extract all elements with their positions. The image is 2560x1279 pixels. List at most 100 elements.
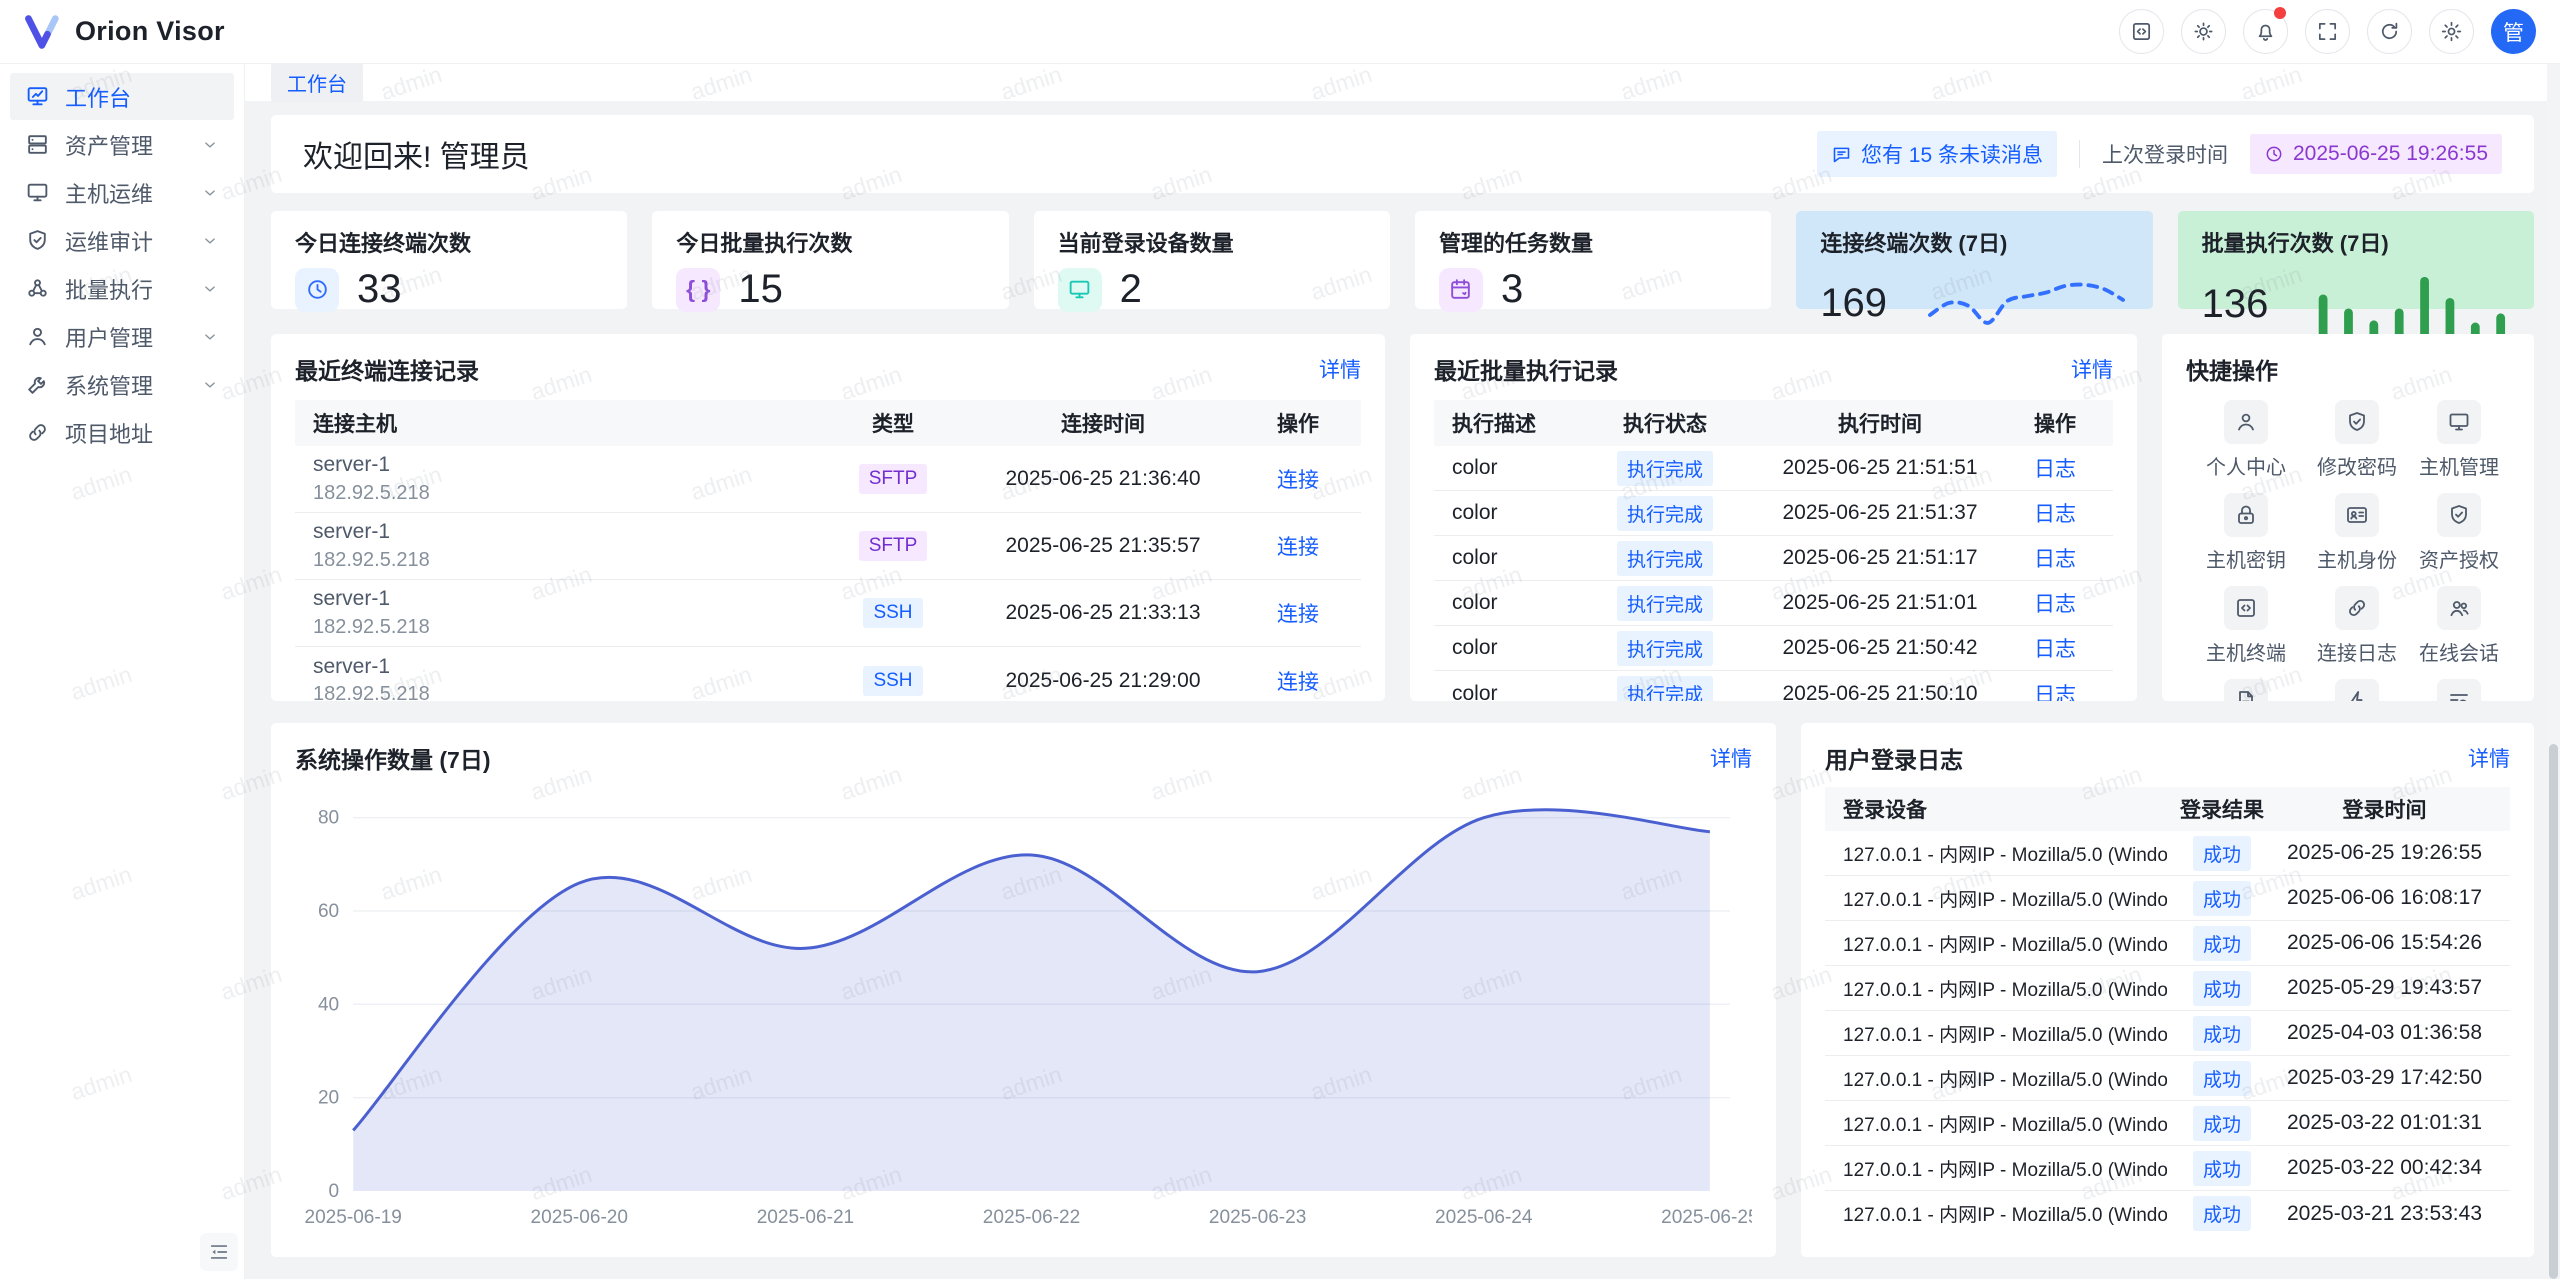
sidebar-item-users[interactable]: 用户管理: [10, 313, 234, 360]
connect-link[interactable]: 连接: [1277, 603, 1319, 626]
monitor-icon: [25, 180, 50, 205]
login-device: 127.0.0.1 - 内网IP - Mozilla/5.0 (Windows …: [1843, 930, 2167, 957]
log-link[interactable]: 日志: [2034, 503, 2076, 526]
connect-link[interactable]: 连接: [1277, 536, 1319, 559]
quick-action-连接日志[interactable]: 连接日志: [2306, 586, 2408, 666]
sidebar-item-batch[interactable]: 批量执行: [10, 265, 234, 312]
quick-action-修改密码[interactable]: 修改密码: [2306, 400, 2408, 480]
panel-title: 系统操作数量 (7日): [295, 741, 491, 775]
login-log-row: 127.0.0.1 - 内网IP - Mozilla/5.0 (Windows …: [1825, 1191, 2510, 1236]
header-fullscreen-button[interactable]: [2305, 9, 2350, 54]
person-icon: [25, 324, 50, 349]
login-time: 2025-03-21 23:53:43: [2277, 1202, 2492, 1226]
stat-title: 今日批量执行次数: [676, 226, 984, 258]
log-link[interactable]: 日志: [2034, 548, 2076, 571]
shield-check-icon: [25, 228, 50, 253]
exec-status-badge: 执行完成: [1617, 541, 1713, 576]
header-theme-button[interactable]: [2181, 9, 2226, 54]
calendar-icon: [1448, 277, 1473, 302]
gear-icon: [2440, 20, 2463, 43]
quick-action-文件操作日志[interactable]: 文件操作日志: [2186, 679, 2306, 701]
terminal-detail-link[interactable]: 详情: [1319, 354, 1361, 384]
batch-detail-link[interactable]: 详情: [2071, 354, 2113, 384]
monitor-icon: [2447, 410, 2471, 434]
header-settings-button[interactable]: [2429, 9, 2474, 54]
unread-messages-badge[interactable]: 您有 15 条未读消息: [1817, 131, 2057, 177]
welcome-banner: 欢迎回来! 管理员 您有 15 条未读消息 上次登录时间 2025-06-25 …: [271, 115, 2534, 193]
sidebar-collapse-button[interactable]: [200, 1233, 238, 1271]
connect-link[interactable]: 连接: [1277, 469, 1319, 492]
page-scrollbar[interactable]: [2547, 64, 2560, 1279]
chevron-down-icon: [201, 136, 219, 154]
login-time: 2025-04-03 01:36:58: [2277, 1021, 2492, 1045]
svg-text:2025-06-25: 2025-06-25: [1661, 1207, 1752, 1228]
svg-text:2025-06-19: 2025-06-19: [304, 1207, 401, 1228]
stat-title: 批量执行次数 (7日): [2202, 226, 2510, 258]
log-link[interactable]: 日志: [2034, 593, 2076, 616]
connect-link[interactable]: 连接: [1277, 671, 1319, 694]
exec-description: color: [1452, 456, 1585, 480]
login-detail-link[interactable]: 详情: [2468, 743, 2510, 773]
exec-description: color: [1452, 591, 1585, 615]
nodes-icon: [25, 276, 50, 301]
notification-dot: [2274, 7, 2286, 19]
quick-action-主机密钥[interactable]: 主机密钥: [2186, 493, 2306, 573]
svg-text:2025-06-22: 2025-06-22: [983, 1207, 1080, 1228]
sidebar-item-host-ops[interactable]: 主机运维: [10, 169, 234, 216]
chevron-down-icon: [201, 280, 219, 298]
log-link[interactable]: 日志: [2034, 638, 2076, 661]
quick-action-主机终端[interactable]: 主机终端: [2186, 586, 2306, 666]
scrollbar-thumb[interactable]: [2549, 744, 2558, 1279]
sidebar-item-system[interactable]: 系统管理: [10, 361, 234, 408]
login-time: 2025-03-22 01:01:31: [2277, 1111, 2492, 1135]
last-login-time-badge: 2025-06-25 19:26:55: [2250, 134, 2502, 174]
quick-action-主机身份[interactable]: 主机身份: [2306, 493, 2408, 573]
file-text-icon: [2234, 689, 2258, 701]
stat-value: 136: [2202, 282, 2269, 327]
quick-action-命令执行[interactable]: 命令执行: [2306, 679, 2408, 701]
chart-detail-link[interactable]: 详情: [1710, 743, 1752, 773]
sidebar-item-audit[interactable]: 运维审计: [10, 217, 234, 264]
header-code-button[interactable]: [2119, 9, 2164, 54]
quick-action-个人中心[interactable]: 个人中心: [2186, 400, 2306, 480]
exec-time: 2025-06-25 21:50:10: [1745, 682, 2015, 702]
search-list-icon: [2447, 689, 2471, 701]
quick-action-label: 资产授权: [2419, 544, 2499, 573]
quick-action-资产授权[interactable]: 资产授权: [2408, 493, 2510, 573]
table-header: 连接主机 类型 连接时间 操作: [295, 400, 1361, 446]
sidebar-item-assets[interactable]: 资产管理: [10, 121, 234, 168]
stat-value: 2: [1120, 267, 1142, 312]
header-refresh-button[interactable]: [2367, 9, 2412, 54]
quick-action-label: 主机密钥: [2206, 544, 2286, 573]
login-result-badge: 成功: [2193, 1016, 2251, 1051]
sidebar-item-workbench[interactable]: 工作台: [10, 73, 234, 120]
quick-action-主机管理[interactable]: 主机管理: [2408, 400, 2510, 480]
quick-action-在线会话[interactable]: 在线会话: [2408, 586, 2510, 666]
breadcrumb-tab-workbench[interactable]: 工作台: [271, 63, 363, 102]
header-notifications-button[interactable]: [2243, 9, 2288, 54]
person-icon: [2234, 410, 2258, 434]
login-time: 2025-06-06 15:54:26: [2277, 931, 2492, 955]
chevron-down-icon: [201, 184, 219, 202]
sidebar-item-project[interactable]: 项目地址: [10, 409, 234, 456]
app-title: Orion Visor: [75, 16, 225, 47]
terminal-record-row: server-1182.92.5.218SFTP2025-06-25 21:35…: [295, 513, 1361, 580]
log-link[interactable]: 日志: [2034, 684, 2076, 702]
stat-card-today-batch: 今日批量执行次数{ }15: [652, 211, 1008, 309]
chevron-down-icon: [201, 376, 219, 394]
user-avatar[interactable]: 管: [2491, 9, 2536, 54]
login-device: 127.0.0.1 - 内网IP - Mozilla/5.0 (Windows …: [1843, 1065, 2167, 1092]
log-link[interactable]: 日志: [2034, 458, 2076, 481]
login-time: 2025-03-22 00:42:34: [2277, 1156, 2492, 1180]
login-device: 127.0.0.1 - 内网IP - Mozilla/5.0 (Windows …: [1843, 1200, 2167, 1227]
login-log-panel: 用户登录日志 详情 登录设备 登录结果 登录时间 127.0.0.1 - 内网I…: [1801, 723, 2534, 1257]
quick-action-执行日志[interactable]: 执行日志: [2408, 679, 2510, 701]
sidebar: 工作台资产管理主机运维运维审计批量执行用户管理系统管理项目地址: [0, 64, 245, 1279]
host-ip: 182.92.5.218: [313, 480, 833, 507]
connection-type-badge: SSH: [863, 598, 922, 628]
dashboard-icon: [25, 84, 50, 109]
app-window: Orion Visor 管 工作台资产管理主机运维运维审计批量执行用户管理系统管…: [0, 0, 2560, 1279]
quick-action-label: 连接日志: [2317, 637, 2397, 666]
exec-description: color: [1452, 501, 1585, 525]
login-time: 2025-06-25 19:26:55: [2277, 841, 2492, 865]
